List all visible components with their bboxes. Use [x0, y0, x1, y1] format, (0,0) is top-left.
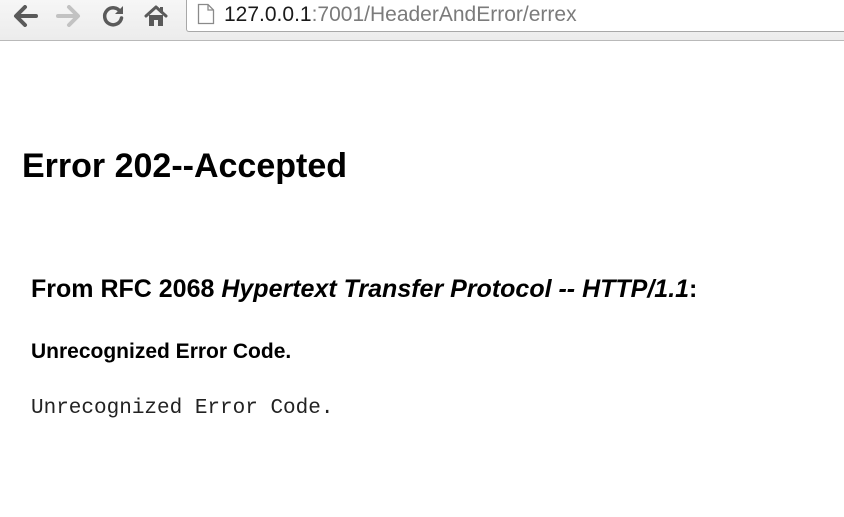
page-content: Error 202--Accepted From RFC 2068 Hypert…: [0, 41, 844, 517]
error-body-text: Unrecognized Error Code.: [31, 397, 334, 420]
rfc-heading: From RFC 2068 Hypertext Transfer Protoco…: [31, 273, 697, 305]
reload-icon: [102, 6, 124, 27]
forward-button[interactable]: [54, 2, 82, 30]
url-text[interactable]: 127.0.0.1:7001/HeaderAndError/errex: [224, 2, 577, 28]
page-title: Error 202--Accepted: [22, 147, 348, 185]
url-path: :7001/HeaderAndError/errex: [311, 3, 577, 26]
error-subheading: Unrecognized Error Code.: [31, 340, 292, 363]
browser-toolbar: 127.0.0.1:7001/HeaderAndError/errex: [0, 0, 844, 41]
rfc-suffix: :: [689, 275, 698, 303]
address-bar[interactable]: 127.0.0.1:7001/HeaderAndError/errex: [186, 0, 844, 32]
url-host: 127.0.0.1: [224, 3, 312, 26]
home-button[interactable]: [142, 2, 170, 30]
reload-button[interactable]: [99, 2, 127, 30]
back-button[interactable]: [12, 2, 40, 30]
home-icon: [144, 5, 168, 26]
back-arrow-icon: [14, 5, 38, 27]
page-icon: [197, 3, 215, 25]
rfc-title: Hypertext Transfer Protocol -- HTTP/1.1: [221, 275, 690, 303]
forward-arrow-icon: [56, 5, 80, 27]
rfc-prefix: From RFC 2068: [31, 275, 222, 303]
